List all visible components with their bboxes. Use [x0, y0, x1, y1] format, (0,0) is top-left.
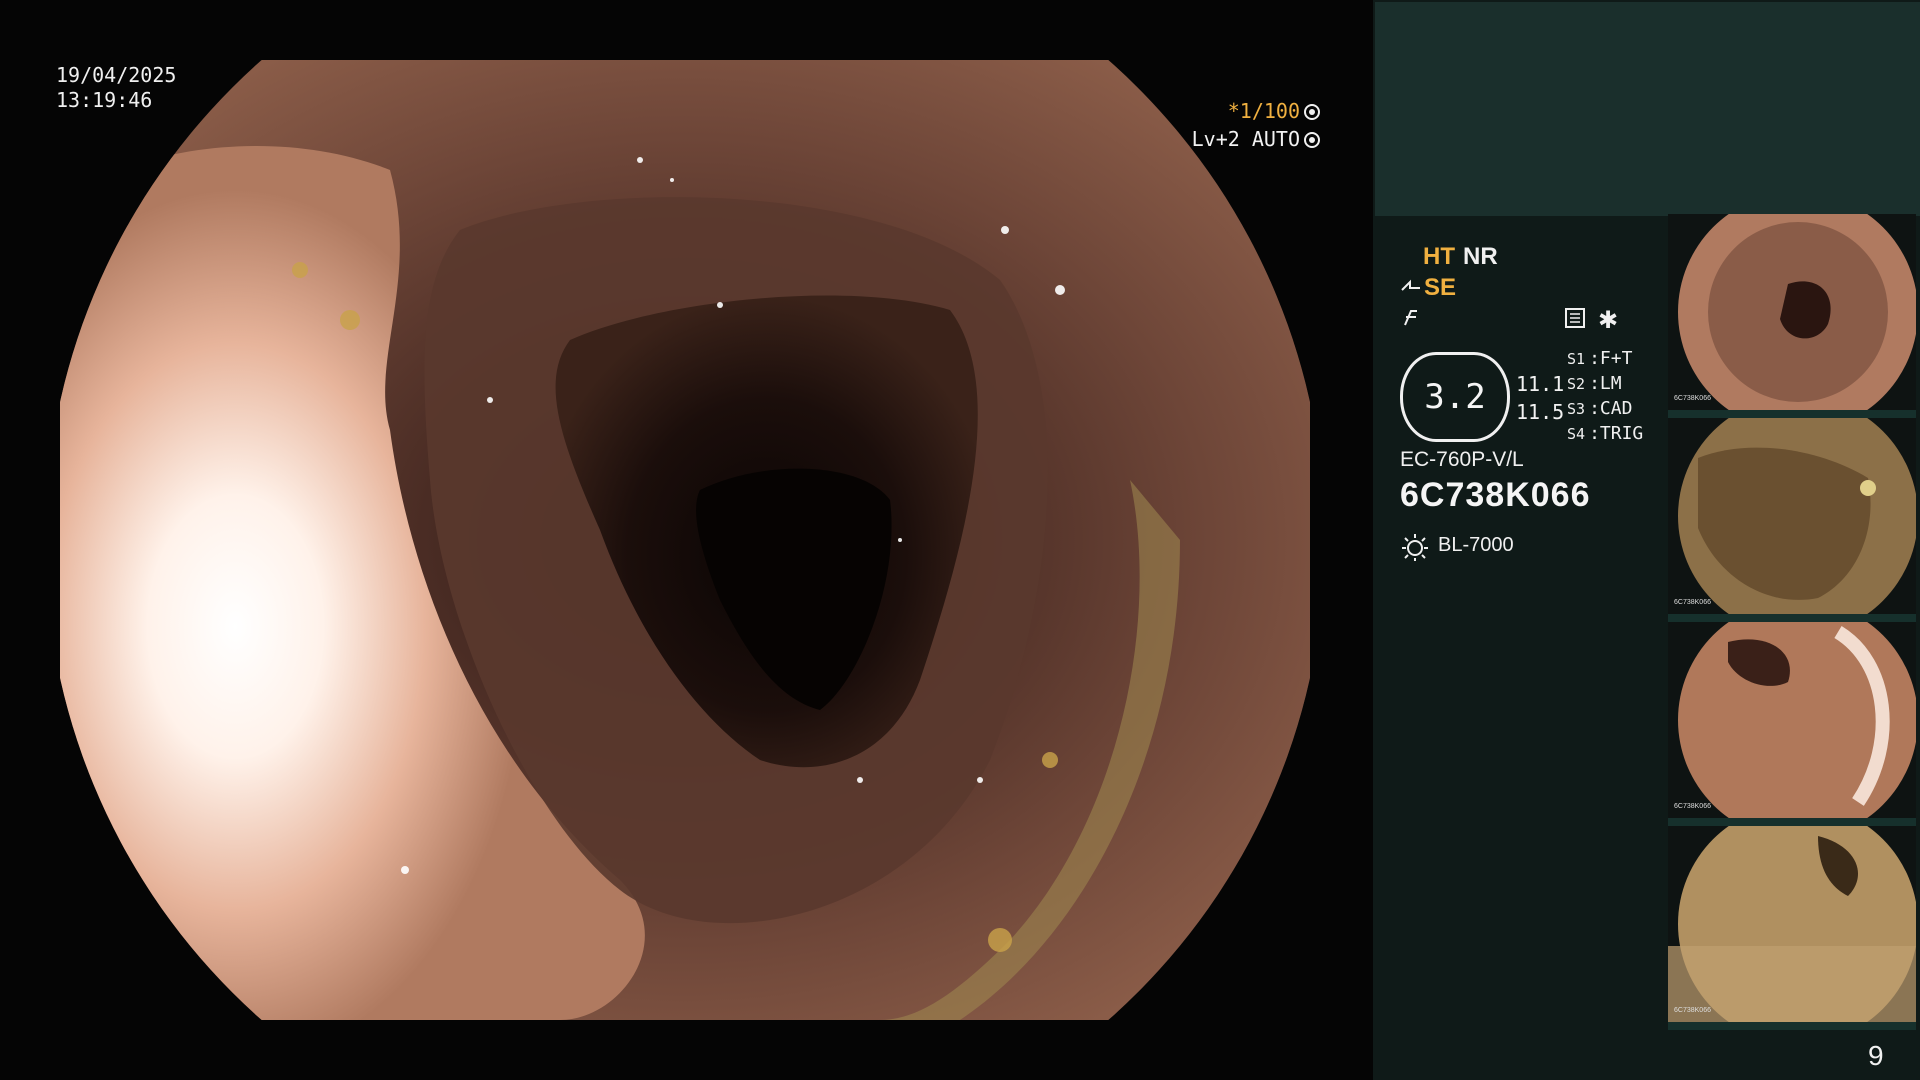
thumb-serial-1: 6C738K066 [1674, 395, 1711, 402]
enhancement-icon [1400, 278, 1422, 298]
light-source-text: BL-7000 [1438, 534, 1514, 556]
endoscopic-view [60, 60, 1310, 1020]
level-setting: Lv+2 AUTO [1160, 127, 1320, 151]
thumbnail-strip: 6C738K066 6C738K066 6C738K066 6C738K066 [1668, 214, 1916, 1030]
iris-icon [1304, 132, 1320, 148]
switch-value-4: TRIG [1599, 423, 1644, 444]
thumbnail-bar-4 [1668, 1022, 1916, 1030]
timestamp: 19/04/2025 13:19:46 [56, 63, 176, 113]
asterisk-icon: ✱ [1598, 307, 1619, 334]
date-text: 19/04/2025 [56, 63, 177, 87]
value-2: 11.5 [1516, 400, 1565, 424]
panel-header-block [1375, 2, 1920, 216]
shutter-setting: *1/100 [1160, 99, 1320, 123]
thumbnail-bar-1 [1668, 410, 1916, 418]
switch-key-3: S3 [1567, 400, 1586, 418]
level-mode-text: Lv+2 AUTO [1191, 127, 1300, 151]
thumbnail-2[interactable]: 6C738K066 [1668, 418, 1916, 614]
mode-ht: HT [1423, 243, 1455, 270]
thumbnail-1[interactable]: 6C738K066 [1668, 214, 1916, 410]
switch-row-4: S4:TRIG [1567, 423, 1644, 444]
switch-row-2: S2:LM [1567, 373, 1622, 394]
light-source-icon [1400, 532, 1430, 562]
thumb-serial-4: 6C738K066 [1674, 1007, 1711, 1014]
switch-value-3: CAD [1599, 398, 1633, 419]
time-text: 13:19:46 [56, 88, 153, 112]
value-1: 11.1 [1516, 372, 1565, 396]
page-number: 9 [1868, 1040, 1884, 1071]
scope-serial: 6C738K066 [1400, 476, 1591, 514]
thumb-serial-3: 6C738K066 [1674, 803, 1711, 810]
settings-grid-icon [1565, 308, 1585, 328]
switch-key-2: S2 [1567, 375, 1586, 393]
thumbnail-3[interactable]: 6C738K066 [1668, 622, 1916, 818]
switch-row-3: S3:CAD [1567, 398, 1633, 419]
thumbnail-4[interactable]: 6C738K066 [1668, 826, 1916, 1022]
mode-nr: NR [1463, 243, 1498, 270]
level-indicator: 3.2 [1400, 352, 1510, 442]
scope-model: EC-760P-V/L [1400, 448, 1524, 471]
switch-value-1: F+T [1599, 348, 1633, 369]
thumbnail-bar-2 [1668, 614, 1916, 622]
switch-row-1: S1:F+T [1567, 348, 1633, 369]
mode-se: SE [1424, 274, 1457, 301]
filter-icon [1402, 307, 1420, 327]
switch-key-4: S4 [1567, 425, 1586, 443]
shutter-text: *1/100 [1227, 99, 1300, 123]
thumbnail-bar-3 [1668, 818, 1916, 826]
switch-value-2: LM [1599, 373, 1622, 394]
thumb-serial-2: 6C738K066 [1674, 599, 1711, 606]
switch-key-1: S1 [1567, 350, 1586, 368]
shutter-icon [1304, 104, 1320, 120]
level-value: 3.2 [1424, 377, 1486, 417]
